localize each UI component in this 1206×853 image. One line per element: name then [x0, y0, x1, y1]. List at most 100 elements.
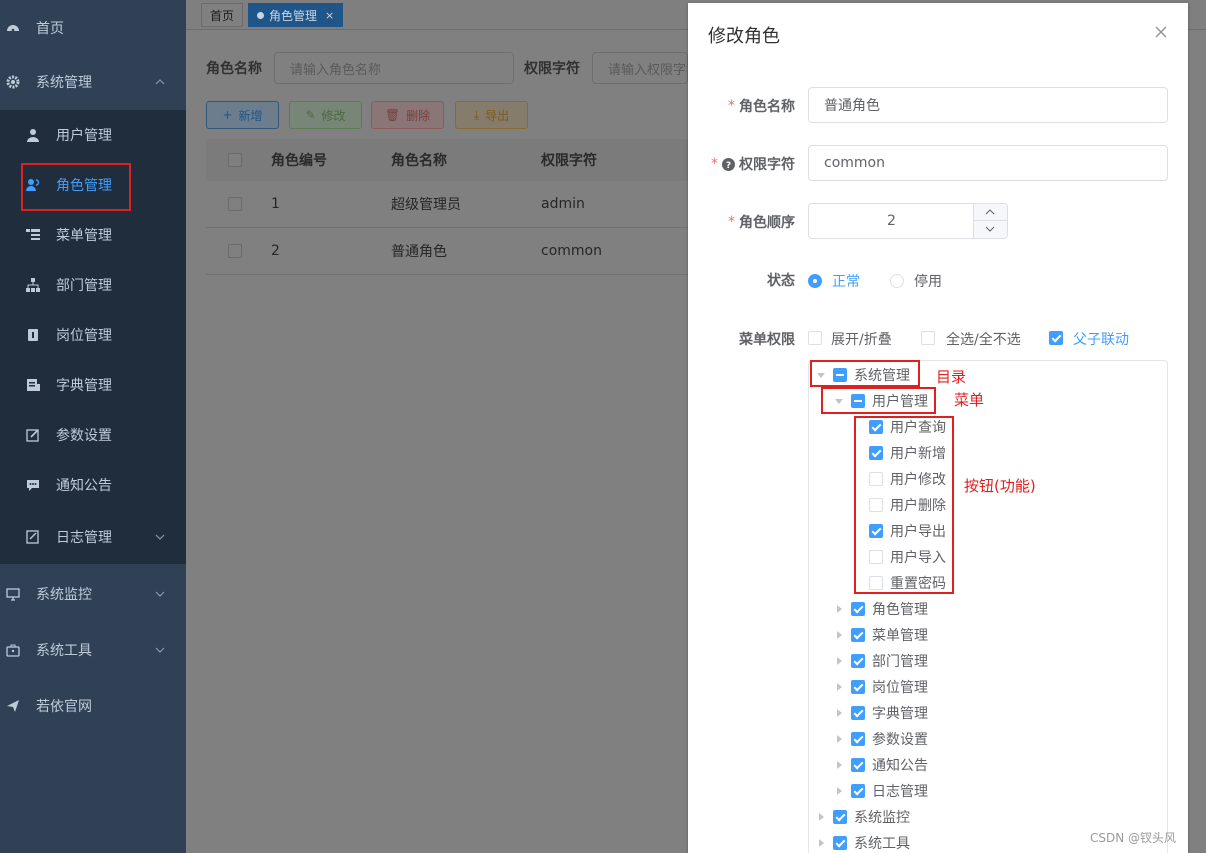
- decrease-icon[interactable]: [985, 225, 995, 233]
- select-all-checkbox[interactable]: [921, 331, 935, 345]
- tree-checkbox[interactable]: [851, 706, 865, 720]
- sidebar-item-dicts[interactable]: 字典管理: [0, 360, 186, 410]
- tree-checkbox[interactable]: [851, 758, 865, 772]
- role-name-field[interactable]: 普通角色: [808, 87, 1168, 123]
- annotation-directory: 目录: [936, 368, 967, 386]
- status-normal-radio[interactable]: 正常: [808, 271, 860, 291]
- search-role-key-input[interactable]: 请输入权限字符: [592, 52, 688, 84]
- sidebar-item-home[interactable]: 首页: [0, 0, 186, 56]
- sidebar-item-posts[interactable]: 岗位管理: [0, 310, 186, 360]
- tree-node-label: 角色管理: [872, 602, 928, 618]
- expand-collapse-label: 展开/折叠: [831, 332, 892, 348]
- tree-checkbox[interactable]: [833, 810, 847, 824]
- edit-button[interactable]: ✎ 修改: [289, 101, 362, 129]
- sidebar-item-users[interactable]: 用户管理: [0, 110, 186, 160]
- sidebar-item-label: 参数设置: [56, 428, 112, 444]
- tree-node-label: 系统工具: [854, 836, 910, 852]
- tree-node-menu[interactable]: 菜单管理: [809, 622, 1167, 648]
- tab-role-management[interactable]: 角色管理 ×: [248, 3, 344, 27]
- tab-label: 角色管理: [269, 8, 318, 23]
- add-button[interactable]: + 新增: [206, 101, 279, 129]
- tree-checkbox[interactable]: [851, 784, 865, 798]
- role-sort-stepper[interactable]: 2: [808, 203, 1008, 239]
- tree-node-label: 通知公告: [872, 758, 928, 774]
- tree-checkbox[interactable]: [851, 602, 865, 616]
- export-button[interactable]: ⤓ 导出: [455, 101, 528, 129]
- sidebar-item-label: 系统管理: [36, 75, 92, 91]
- sidebar-item-logs[interactable]: 日志管理: [0, 512, 186, 562]
- button-label: 导出: [485, 108, 510, 123]
- row-checkbox[interactable]: [228, 197, 242, 211]
- tree-node-monitor[interactable]: 系统监控: [809, 804, 1167, 830]
- label-text: 权限字符: [739, 157, 795, 173]
- sidebar-item-depts[interactable]: 部门管理: [0, 260, 186, 310]
- button-label: 新增: [238, 108, 263, 123]
- tree-node-menu[interactable]: 岗位管理: [809, 674, 1167, 700]
- trash-icon: 🗑: [384, 108, 401, 122]
- delete-button[interactable]: 🗑 删除: [371, 101, 444, 129]
- select-all-checkbox[interactable]: [228, 153, 242, 167]
- stepper-value[interactable]: 2: [809, 204, 974, 238]
- tree-node-menu[interactable]: 角色管理: [809, 596, 1167, 622]
- post-icon: [26, 328, 40, 342]
- sidebar-item-config[interactable]: 参数设置: [0, 410, 186, 460]
- search-role-name-input[interactable]: 请输入角色名称: [274, 52, 514, 84]
- table-header: 角色编号 角色名称 权限字符: [206, 139, 706, 181]
- tree-node-menu[interactable]: 日志管理: [809, 778, 1167, 804]
- tree-node-label: 岗位管理: [872, 680, 928, 696]
- expand-collapse-checkbox[interactable]: [808, 331, 822, 345]
- expand-arrow-icon[interactable]: [837, 709, 842, 717]
- sidebar-item-label: 通知公告: [56, 478, 112, 494]
- sidebar-item-notice[interactable]: 通知公告: [0, 460, 186, 510]
- tree-node-menu[interactable]: 通知公告: [809, 752, 1167, 778]
- table-row[interactable]: 1 超级管理员 admin: [206, 181, 706, 228]
- tree-node-menu[interactable]: 参数设置: [809, 726, 1167, 752]
- expand-arrow-icon[interactable]: [837, 657, 842, 665]
- tab-home[interactable]: 首页: [201, 3, 244, 27]
- dict-icon: [26, 378, 40, 392]
- log-icon: [26, 530, 40, 544]
- tree-node-label: 参数设置: [872, 732, 928, 748]
- tree-checkbox[interactable]: [851, 628, 865, 642]
- sidebar-item-website[interactable]: 若依官网: [0, 678, 186, 734]
- annotation-highlight-role-menu: [21, 163, 131, 211]
- label-text: 角色顺序: [739, 215, 795, 231]
- tab-label: 首页: [210, 8, 235, 23]
- expand-arrow-icon[interactable]: [837, 735, 842, 743]
- column-header: 角色名称: [391, 153, 447, 169]
- annotation-menu: 菜单: [954, 391, 985, 409]
- sidebar-item-menus[interactable]: 菜单管理: [0, 210, 186, 260]
- tree-checkbox[interactable]: [851, 654, 865, 668]
- annotation-box-directory: [810, 360, 920, 387]
- expand-arrow-icon[interactable]: [819, 839, 824, 847]
- sidebar-item-tools[interactable]: 系统工具: [0, 622, 186, 678]
- sidebar-item-system[interactable]: 系统管理: [0, 54, 186, 110]
- sidebar-item-monitor[interactable]: 系统监控: [0, 566, 186, 622]
- question-icon[interactable]: ?: [722, 157, 735, 171]
- expand-arrow-icon[interactable]: [819, 813, 824, 821]
- tree-node-menu[interactable]: 部门管理: [809, 648, 1167, 674]
- tree-checkbox[interactable]: [851, 680, 865, 694]
- user-icon: [26, 128, 40, 142]
- cell-role-name: 超级管理员: [391, 197, 461, 213]
- table-row[interactable]: 2 普通角色 common: [206, 228, 706, 275]
- tree-node-menu[interactable]: 字典管理: [809, 700, 1167, 726]
- status-disabled-radio[interactable]: 停用: [890, 271, 942, 291]
- sidebar-item-label: 日志管理: [56, 530, 112, 546]
- expand-arrow-icon[interactable]: [837, 605, 842, 613]
- expand-arrow-icon[interactable]: [837, 787, 842, 795]
- increase-icon[interactable]: [985, 208, 995, 216]
- tree-node-label: 字典管理: [872, 706, 928, 722]
- expand-arrow-icon[interactable]: [837, 683, 842, 691]
- column-header: 角色编号: [271, 153, 327, 169]
- expand-arrow-icon[interactable]: [837, 761, 842, 769]
- expand-arrow-icon[interactable]: [837, 631, 842, 639]
- close-icon[interactable]: ×: [325, 9, 334, 22]
- tree-checkbox[interactable]: [851, 732, 865, 746]
- role-key-field[interactable]: common: [808, 145, 1168, 181]
- parent-child-linkage-checkbox[interactable]: [1049, 331, 1063, 345]
- sidebar-item-label: 部门管理: [56, 278, 112, 294]
- row-checkbox[interactable]: [228, 244, 242, 258]
- close-icon[interactable]: [1154, 25, 1168, 39]
- tree-checkbox[interactable]: [833, 836, 847, 850]
